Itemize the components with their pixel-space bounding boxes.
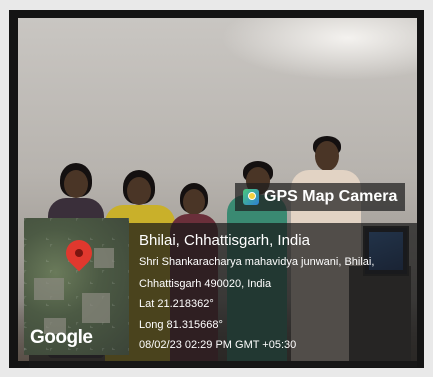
location-title: Bhilai, Chhattisgarh, India <box>139 232 310 249</box>
map-pin-icon <box>60 234 98 272</box>
longitude: Long 81.315668° <box>139 319 223 331</box>
google-logo: Google <box>30 327 93 348</box>
address-line-1: Shri Shankaracharya mahavidya junwani, B… <box>139 256 375 268</box>
badge-title: GPS Map Camera <box>264 188 398 205</box>
timestamp: 08/02/23 02:29 PM GMT +05:30 <box>139 339 297 351</box>
gps-map-camera-icon <box>243 189 259 205</box>
latitude: Lat 21.218362° <box>139 298 214 310</box>
address-line-2: Chhattisgarh 490020, India <box>139 278 272 290</box>
gps-map-camera-badge: GPS Map Camera <box>235 183 405 211</box>
